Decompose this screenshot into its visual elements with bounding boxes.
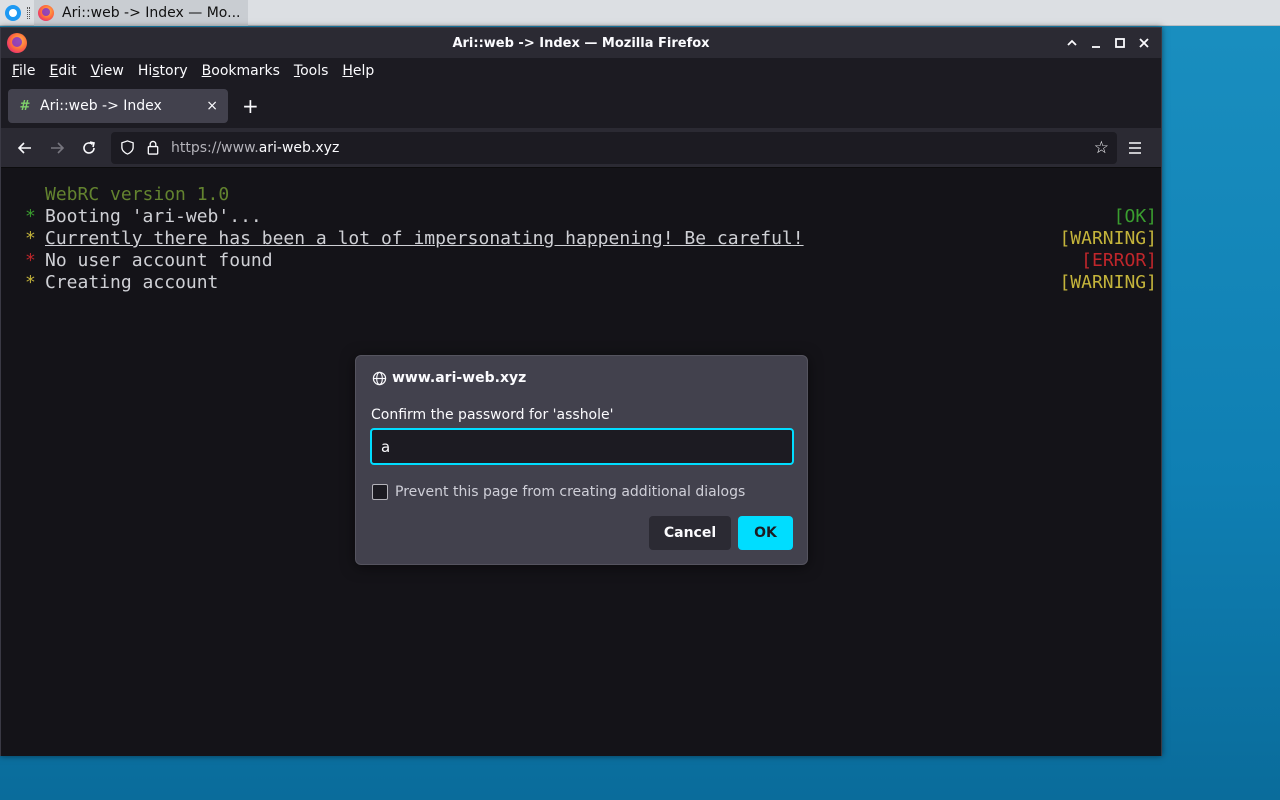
bookmark-star-icon[interactable]: ☆	[1094, 138, 1109, 158]
dialog-header: www.ari-web.xyz	[372, 370, 526, 386]
globe-icon	[372, 371, 387, 385]
password-input[interactable]	[370, 428, 794, 465]
reload-icon	[83, 140, 95, 154]
dialog-prompt-text: Confirm the password for 'asshole'	[371, 407, 614, 423]
back-button[interactable]	[9, 132, 41, 164]
terminal-line-version: WebRC version 1.0	[25, 184, 1157, 206]
tab-close-icon[interactable]: ×	[206, 98, 218, 114]
hamburger-menu-icon	[1129, 141, 1141, 154]
menu-edit[interactable]: Edit	[42, 63, 83, 79]
bullet: *	[25, 206, 36, 227]
menu-history[interactable]: History	[131, 63, 195, 79]
terminal-line: * Creating account [WARNING]	[25, 272, 1157, 294]
menu-bookmarks[interactable]: Bookmarks	[195, 63, 287, 79]
keep-above-button[interactable]	[1061, 32, 1083, 54]
firefox-icon	[38, 4, 54, 21]
prevent-dialogs-row[interactable]: Prevent this page from creating addition…	[372, 484, 745, 500]
arrow-left-icon	[17, 141, 31, 154]
version-text: WebRC version 1.0	[45, 184, 230, 205]
menu-tools[interactable]: Tools	[287, 63, 336, 79]
terminal-line: * Booting 'ari-web'... [OK]	[25, 206, 1157, 228]
navigation-toolbar: https://www.ari-web.xyz ☆	[1, 128, 1161, 168]
firefox-icon	[7, 33, 27, 53]
status-badge: [ERROR]	[1081, 250, 1157, 271]
close-icon	[1139, 38, 1149, 48]
minimize-button[interactable]	[1085, 32, 1107, 54]
terminal-output: WebRC version 1.0 * Booting 'ari-web'...…	[1, 168, 1161, 294]
cancel-button[interactable]: Cancel	[649, 516, 731, 550]
terminal-line: * No user account found [ERROR]	[25, 250, 1157, 272]
maximize-button[interactable]	[1109, 32, 1131, 54]
line-text: Currently there has been a lot of impers…	[45, 228, 804, 249]
password-prompt-dialog: www.ari-web.xyz Confirm the password for…	[355, 355, 808, 565]
dialog-host: www.ari-web.xyz	[392, 370, 527, 386]
terminal-line: * Currently there has been a lot of impe…	[25, 228, 1157, 250]
line-text: Booting 'ari-web'...	[45, 206, 262, 227]
menu-help[interactable]: Help	[335, 63, 381, 79]
prevent-dialogs-checkbox[interactable]	[372, 484, 388, 500]
status-badge: [WARNING]	[1059, 228, 1157, 249]
app-menu-button[interactable]	[1117, 141, 1153, 155]
window-controls	[1061, 32, 1155, 54]
close-button[interactable]	[1133, 32, 1155, 54]
window-title: Ari::web -> Index — Mozilla Firefox	[452, 35, 710, 51]
menu-file[interactable]: File	[5, 63, 42, 79]
titlebar[interactable]: Ari::web -> Index — Mozilla Firefox	[1, 28, 1161, 58]
taskbar-task-firefox[interactable]: Ari::web -> Index — Mo...	[34, 0, 249, 26]
forward-button[interactable]	[41, 132, 73, 164]
menu-view[interactable]: View	[84, 63, 131, 79]
app-launcher-icon[interactable]	[5, 4, 21, 21]
prevent-dialogs-label[interactable]: Prevent this page from creating addition…	[395, 484, 745, 500]
minimize-icon	[1092, 46, 1100, 48]
bullet: *	[25, 250, 36, 271]
shield-icon[interactable]	[119, 140, 135, 156]
reload-button[interactable]	[73, 132, 105, 164]
arrow-right-icon	[51, 141, 65, 154]
status-badge: [OK]	[1113, 206, 1157, 227]
maximize-icon	[1115, 38, 1125, 48]
chevron-up-icon	[1067, 39, 1077, 46]
ok-button[interactable]: OK	[738, 516, 793, 550]
taskbar-task-label: Ari::web -> Index — Mo...	[62, 4, 241, 21]
bullet: *	[25, 228, 36, 249]
url-text[interactable]: https://www.ari-web.xyz	[171, 140, 339, 156]
tab-strip: # Ari::web -> Index × +	[1, 84, 1161, 128]
tab-ari-web-index[interactable]: # Ari::web -> Index ×	[8, 89, 228, 123]
line-text: Creating account	[45, 272, 219, 293]
bullet: *	[25, 272, 36, 293]
tab-favicon-icon: #	[19, 98, 31, 114]
status-badge: [WARNING]	[1059, 272, 1157, 293]
menubar: File Edit View History Bookmarks Tools H…	[1, 58, 1161, 84]
taskbar: Ari::web -> Index — Mo...	[0, 0, 1280, 26]
url-bar[interactable]: https://www.ari-web.xyz ☆	[111, 131, 1117, 164]
line-text: No user account found	[45, 250, 273, 271]
tab-label: Ari::web -> Index	[40, 98, 162, 114]
taskbar-separator	[27, 6, 30, 19]
lock-icon[interactable]	[145, 140, 161, 156]
new-tab-button[interactable]: +	[242, 94, 259, 118]
